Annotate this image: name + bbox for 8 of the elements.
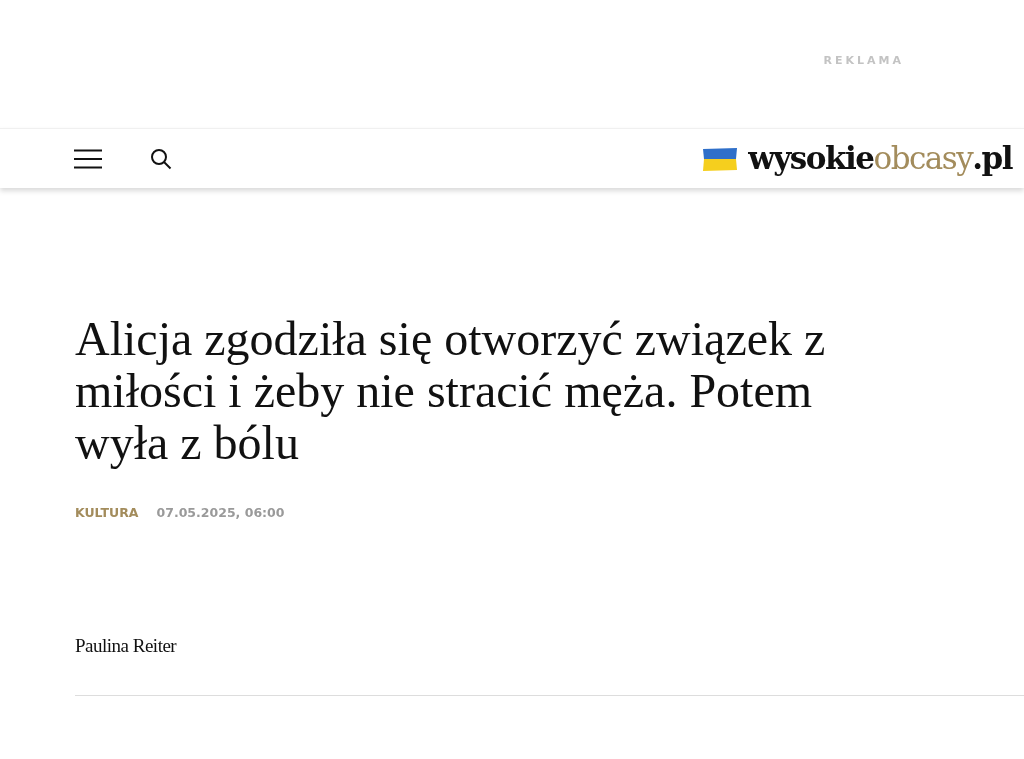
site-logo[interactable]: wysokieobcasy.pl (748, 143, 1012, 174)
publish-date: 07.05.2025, 06:00 (156, 505, 285, 520)
menu-icon[interactable] (74, 148, 102, 169)
author-name: Paulina Reiter (75, 635, 178, 657)
article-title: Alicja zgodziła się otworzyć związek z miłości i żeby nie stracić męża. Potem wyła z bólu (75, 313, 827, 469)
search-icon[interactable] (150, 147, 172, 170)
ad-label: REKLAMA (823, 53, 904, 67)
flag-icon (702, 145, 739, 172)
